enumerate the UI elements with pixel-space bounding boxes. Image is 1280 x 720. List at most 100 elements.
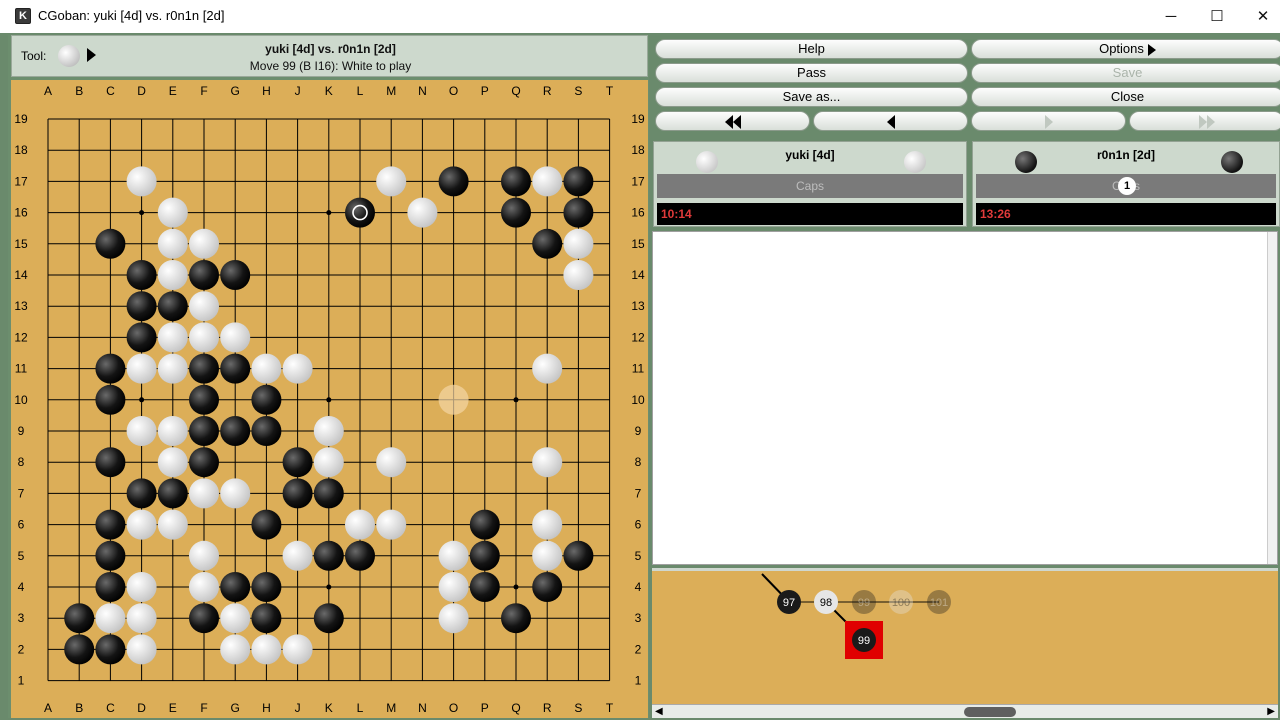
black-stone	[95, 540, 126, 571]
comment-scrollbar[interactable]	[1267, 232, 1277, 564]
black-stone	[95, 572, 126, 602]
tree-horizontal-scrollbar[interactable]: ◀ ▶	[652, 704, 1278, 718]
row-label: 2	[18, 642, 25, 656]
row-label: 1	[635, 674, 642, 688]
next-move-button[interactable]	[971, 111, 1126, 131]
black-stone	[313, 478, 344, 509]
star-point	[326, 584, 332, 590]
black-stone	[501, 197, 531, 228]
go-board[interactable]: A A B B C C D D E E F F G G H H J J K K L L M M N N O O P P Q Q R R S S T T 19…	[11, 80, 648, 718]
column-label: M	[386, 84, 396, 98]
white-stone	[282, 353, 313, 384]
black-clock: 13:26	[976, 203, 1276, 225]
white-stone	[376, 509, 407, 540]
column-label: K	[325, 84, 333, 98]
row-label: 19	[631, 112, 645, 126]
white-stone	[532, 166, 563, 197]
column-label: H	[262, 84, 271, 98]
black-caps: Caps 1	[976, 174, 1276, 198]
save-as-button[interactable]: Save as...	[655, 87, 968, 107]
black-stone	[532, 228, 563, 259]
maximize-button[interactable]: ☐	[1194, 0, 1240, 33]
column-label: R	[543, 84, 552, 98]
go-board-svg[interactable]: AABBCCDDEEFFGGHHJJKKLLMMNNOOPPQQRRSSTT19…	[11, 80, 648, 718]
column-label: M	[386, 701, 396, 715]
scroll-thumb[interactable]	[964, 707, 1016, 717]
row-label: 3	[18, 611, 25, 625]
black-stone	[64, 634, 95, 665]
first-move-button[interactable]	[655, 111, 810, 131]
black-stone	[189, 353, 219, 384]
control-pane: Help Options Pass Save Save as... Close …	[651, 35, 1280, 718]
column-label: J	[295, 701, 301, 715]
options-button[interactable]: Options	[971, 39, 1280, 59]
window-title: CGoban: yuki [4d] vs. r0n1n [2d]	[38, 8, 225, 23]
tree-node-label: 101	[930, 597, 948, 609]
white-stone	[189, 228, 219, 259]
star-point	[326, 397, 332, 403]
star-point	[139, 210, 145, 216]
black-stone	[251, 384, 282, 415]
minimize-button[interactable]: ─	[1148, 0, 1194, 33]
comment-area[interactable]	[652, 231, 1278, 565]
white-stone	[95, 603, 126, 634]
forward-icon	[1044, 114, 1053, 129]
row-label: 1	[18, 674, 25, 688]
black-stone	[501, 166, 531, 197]
scroll-left-icon[interactable]: ◀	[655, 706, 663, 717]
help-button[interactable]: Help	[655, 39, 968, 59]
close-button[interactable]: Close	[971, 87, 1280, 107]
tree-node-label: 99	[858, 597, 870, 609]
star-point	[326, 210, 332, 216]
white-stone	[313, 416, 344, 446]
black-stone	[220, 260, 251, 290]
white-stone	[126, 634, 157, 665]
white-stone	[157, 260, 188, 290]
game-tree-svg[interactable]: 97 98 99 100 101 99	[652, 571, 1278, 704]
column-label: F	[200, 84, 207, 98]
game-tree[interactable]: 97 98 99 100 101 99 ◀ ▶	[652, 568, 1278, 718]
scroll-right-icon[interactable]: ▶	[1267, 706, 1275, 717]
rewind-icon-2	[732, 114, 741, 129]
white-stone	[563, 228, 594, 259]
close-window-button[interactable]: ✕	[1240, 0, 1280, 33]
row-label: 12	[631, 330, 645, 344]
column-label: R	[543, 701, 552, 715]
black-stone-icon	[1221, 151, 1243, 173]
column-label: P	[481, 84, 489, 98]
row-label: 3	[635, 611, 642, 625]
row-label: 18	[631, 143, 645, 157]
column-label: K	[325, 701, 333, 715]
last-move-button[interactable]	[1129, 111, 1280, 131]
black-caps-count: 1	[1118, 177, 1136, 195]
star-point	[513, 584, 519, 590]
pass-button[interactable]: Pass	[655, 63, 968, 83]
black-stone	[95, 353, 126, 384]
column-label: L	[357, 84, 364, 98]
column-label: H	[262, 701, 271, 715]
save-button[interactable]: Save	[971, 63, 1280, 83]
row-label: 4	[18, 580, 25, 594]
black-stone	[501, 603, 531, 634]
white-stone	[220, 634, 251, 665]
tree-node-label: 99	[858, 635, 870, 647]
black-stone	[251, 509, 282, 540]
white-stone	[532, 447, 563, 478]
white-stone	[157, 416, 188, 446]
row-label: 17	[631, 174, 645, 188]
black-stone	[157, 478, 188, 509]
black-stone	[220, 572, 251, 602]
row-label: 16	[14, 206, 28, 220]
back-icon	[886, 114, 895, 129]
black-stone	[220, 416, 251, 446]
column-label: O	[449, 84, 458, 98]
row-label: 18	[14, 143, 28, 157]
column-label: O	[449, 701, 458, 715]
white-player-panel: yuki [4d] Caps 10:14	[653, 141, 967, 227]
column-label: Q	[511, 701, 520, 715]
prev-move-button[interactable]	[813, 111, 968, 131]
row-label: 13	[14, 299, 28, 313]
column-label: S	[574, 84, 582, 98]
tree-node-label: 98	[820, 597, 832, 609]
black-stone	[438, 166, 469, 197]
